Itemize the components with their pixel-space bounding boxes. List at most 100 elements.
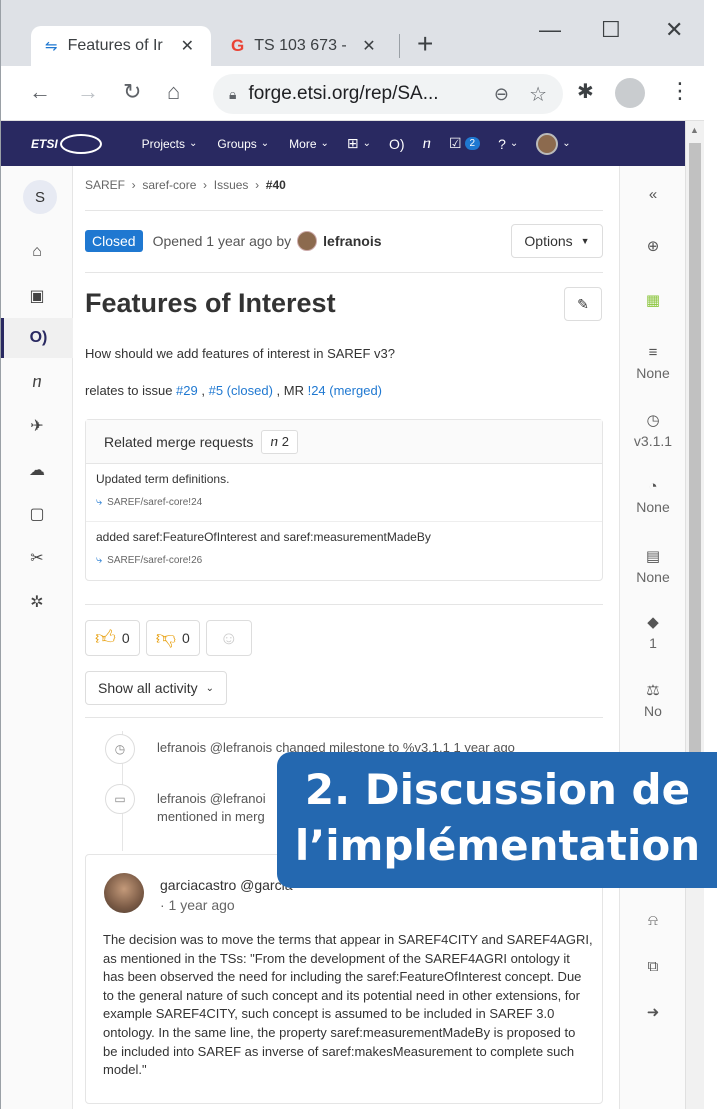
- tab-features-of-interest[interactable]: ⇋ Features of Ir ✕: [31, 26, 211, 66]
- mr-link-24[interactable]: !24 (merged): [308, 383, 382, 398]
- comment-note: garciacastro @garcia · 1 year ago The de…: [85, 854, 603, 1104]
- labels-item[interactable]: ◆ 1: [620, 614, 686, 652]
- url-bar[interactable]: 🔒︎ forge.etsi.org/rep/SA... ⊖ ☆: [213, 74, 563, 114]
- chevron-down-icon: ⌄: [562, 138, 571, 149]
- nav-projects[interactable]: Projects ⌄: [142, 137, 198, 151]
- due-date-value: None: [636, 569, 670, 585]
- project-avatar[interactable]: S: [23, 180, 57, 214]
- thumbs-down-button[interactable]: 👎︎ 0: [145, 620, 200, 656]
- issues-icon[interactable]: O): [389, 136, 405, 152]
- copy-icon: ⧉: [647, 958, 659, 975]
- edit-title-button[interactable]: ✎: [564, 287, 602, 321]
- status-badge: Closed: [85, 230, 143, 252]
- add-reaction-button[interactable]: ☺: [205, 620, 252, 656]
- todos-icon[interactable]: ☑ 2: [449, 135, 481, 152]
- epic-item[interactable]: ≡ None: [620, 344, 686, 382]
- issue-link-5[interactable]: #5 (closed): [209, 383, 273, 398]
- due-date-item[interactable]: ▤ None: [620, 548, 686, 586]
- ci-cd-rocket-icon[interactable]: ✈: [1, 408, 73, 444]
- issue-link-29[interactable]: #29: [176, 383, 198, 398]
- comment-author[interactable]: garciacastro @garcia: [160, 877, 293, 893]
- options-label: Options: [524, 233, 573, 249]
- close-tab-icon[interactable]: ✕: [362, 36, 375, 56]
- new-tab-button[interactable]: +: [417, 26, 433, 62]
- weight-value: No: [644, 703, 662, 719]
- chevron-down-icon: ⌄: [320, 138, 329, 149]
- mr-ref-text: SAREF/saref-core!26: [107, 555, 203, 566]
- breadcrumb-saref[interactable]: SAREF: [85, 178, 125, 192]
- author-link[interactable]: lefranois: [323, 233, 381, 249]
- notifications-item[interactable]: ⍾: [620, 912, 686, 930]
- move-issue-item[interactable]: ➜: [620, 1004, 686, 1022]
- chevron-down-icon: ⌄: [205, 682, 214, 694]
- operations-icon[interactable]: ☁: [1, 452, 73, 488]
- browser-menu-icon[interactable]: ⋮: [669, 80, 691, 102]
- etsi-logo[interactable]: ETSI: [31, 133, 102, 154]
- related-mr-item[interactable]: added saref:FeatureOfInterest and saref:…: [86, 522, 602, 580]
- merge-requests-icon[interactable]: ⴖ: [423, 135, 431, 152]
- back-icon[interactable]: ←: [29, 80, 51, 104]
- profile-avatar[interactable]: [615, 78, 645, 108]
- breadcrumb-saref-core[interactable]: saref-core: [142, 178, 196, 192]
- wiki-book-icon[interactable]: ▢: [1, 496, 73, 532]
- address-bar-row: ← → ↻ ⌂ 🔒︎ forge.etsi.org/rep/SA... ⊖ ☆ …: [1, 66, 717, 121]
- slide-caption-overlay: 2. Discussion de l’implémentation: [277, 752, 717, 888]
- thumbs-up-button[interactable]: 👍︎ 0: [85, 620, 140, 656]
- project-overview-icon[interactable]: ⌂: [1, 234, 73, 270]
- new-item-icon[interactable]: ⊞ ⌄: [347, 135, 371, 152]
- mr-title[interactable]: added saref:FeatureOfInterest and saref:…: [96, 530, 592, 544]
- chevron-down-icon: ⌄: [189, 138, 198, 149]
- gitlab-favicon-icon: ⇋: [45, 38, 58, 55]
- collapse-sidebar-button[interactable]: «: [620, 186, 686, 204]
- nav-more[interactable]: More ⌄: [289, 137, 329, 151]
- user-avatar[interactable]: [536, 132, 559, 155]
- help-icon[interactable]: ? ⌄: [498, 136, 518, 152]
- mr-title[interactable]: Updated term definitions.: [96, 472, 592, 486]
- assignee-item[interactable]: ▦: [620, 292, 686, 310]
- project-sidebar: S ⌂ ▣ O) ⴖ ✈ ☁ ▢ ✂ ✲: [1, 166, 73, 1109]
- activity-filter-dropdown[interactable]: Show all activity ⌄: [85, 671, 227, 705]
- minimize-button[interactable]: —: [539, 18, 561, 42]
- issue-right-sidebar: « ⊕ ▦ ≡ None ◷ v3.1.1 ◔ None ▤ None ◆ 1 ⚖ No ⍾…: [619, 166, 685, 1109]
- url-text: forge.etsi.org/rep/SA...: [248, 83, 439, 104]
- options-button[interactable]: Options ▼: [511, 224, 603, 258]
- milestone-icon: ◷: [646, 412, 660, 429]
- commenter-avatar[interactable]: [104, 873, 144, 913]
- scroll-up-icon[interactable]: ▲: [690, 125, 699, 135]
- weight-scale-icon: ⚖: [646, 682, 660, 699]
- copy-reference-item[interactable]: ⧉: [620, 958, 686, 976]
- page-scrollbar[interactable]: ▲: [685, 121, 704, 1109]
- author-avatar[interactable]: [297, 231, 318, 251]
- epic-icon: ≡: [648, 344, 658, 361]
- bookmark-star-icon[interactable]: ☆: [529, 82, 547, 107]
- issues-sidebar-icon[interactable]: O): [1, 318, 73, 358]
- tab-ts-103-673[interactable]: G TS 103 673 - ✕: [221, 26, 396, 66]
- add-todo-icon: ⊕: [646, 238, 660, 255]
- repository-icon[interactable]: ▣: [1, 278, 73, 314]
- close-window-button[interactable]: ✕: [665, 18, 683, 42]
- opened-text: Opened 1 year ago by: [152, 233, 292, 249]
- breadcrumb: SAREF › saref-core › Issues › #40: [85, 178, 286, 192]
- comment-icon: ▭: [105, 784, 135, 814]
- merge-requests-sidebar-icon[interactable]: ⴖ: [1, 364, 73, 400]
- related-mr-item[interactable]: Updated term definitions. ⤷ SAREF/saref-c…: [86, 464, 602, 522]
- breadcrumb-issue-number[interactable]: #40: [266, 178, 286, 192]
- thumbs-down-count: 0: [182, 630, 190, 646]
- todo-item[interactable]: ⊕: [620, 238, 686, 256]
- forward-icon[interactable]: →: [77, 80, 99, 104]
- close-tab-icon[interactable]: ✕: [181, 36, 194, 56]
- reload-icon[interactable]: ↻: [123, 80, 141, 104]
- weight-item[interactable]: ⚖ No: [620, 682, 686, 720]
- time-tracking-value: None: [636, 499, 670, 515]
- extensions-puzzle-icon[interactable]: ✱: [577, 80, 594, 104]
- nav-groups[interactable]: Groups ⌄: [217, 137, 269, 151]
- snippets-scissors-icon[interactable]: ✂: [1, 540, 73, 576]
- time-tracking-item[interactable]: ◔ None: [620, 478, 686, 516]
- settings-gear-icon[interactable]: ✲: [1, 584, 73, 620]
- maximize-button[interactable]: ☐: [601, 18, 621, 42]
- breadcrumb-issues[interactable]: Issues: [214, 178, 249, 192]
- zoom-icon[interactable]: ⊖: [494, 84, 509, 105]
- milestone-item[interactable]: ◷ v3.1.1: [620, 412, 686, 450]
- home-icon[interactable]: ⌂: [167, 80, 180, 104]
- thumbs-up-count: 0: [121, 630, 130, 646]
